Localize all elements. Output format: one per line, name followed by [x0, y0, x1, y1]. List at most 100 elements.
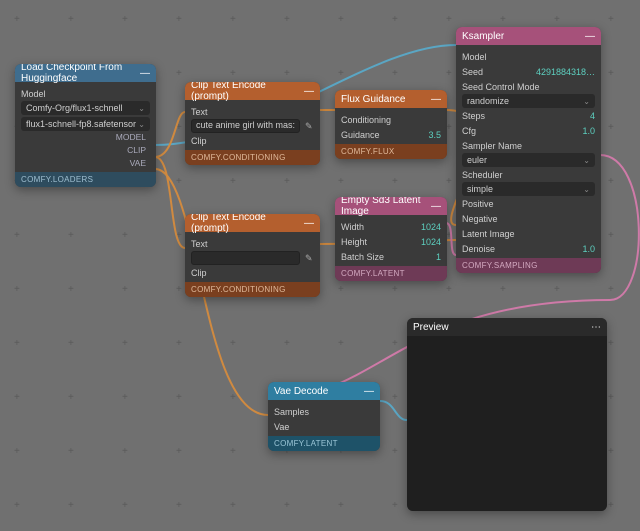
field-value[interactable]: 1 [436, 252, 441, 262]
node-header[interactable]: Empty Sd3 Latent Image — [335, 197, 447, 215]
grid-cross: + [608, 68, 614, 79]
select-value: euler [467, 155, 487, 165]
grid-cross: + [176, 68, 182, 79]
grid-cross: + [230, 176, 236, 187]
node-footer: COMFY.LATENT [268, 436, 380, 451]
grid-cross: + [230, 14, 236, 25]
field-label: Negative [462, 214, 498, 224]
collapse-icon[interactable]: — [304, 218, 314, 229]
grid-cross: + [608, 122, 614, 133]
node-clip-encode-negative[interactable]: Clip Text Encode (prompt) — Text ✎ Clip … [185, 214, 320, 297]
seed-mode-select[interactable]: randomize ⌄ [462, 94, 595, 108]
edit-icon[interactable]: ✎ [303, 120, 314, 132]
output-port[interactable]: CLIP [21, 144, 150, 157]
node-header[interactable]: Preview ⋯ [407, 318, 607, 336]
grid-cross: + [14, 500, 20, 511]
field-label: Seed [462, 67, 483, 77]
field-value[interactable]: 4 [590, 111, 595, 121]
select-value: simple [467, 184, 493, 194]
more-icon[interactable]: ⋯ [591, 322, 601, 333]
grid-cross: + [338, 14, 344, 25]
edit-icon[interactable]: ✎ [303, 252, 314, 264]
field-value[interactable]: 1.0 [582, 244, 595, 254]
collapse-icon[interactable]: — [304, 86, 314, 97]
node-ksampler[interactable]: Ksampler — Model Seed 4291884318… Seed C… [456, 27, 601, 273]
grid-cross: + [68, 284, 74, 295]
grid-cross: + [284, 14, 290, 25]
node-vae-decode[interactable]: Vae Decode — Samples Vae COMFY.LATENT [268, 382, 380, 451]
node-title: Clip Text Encode (prompt) [191, 214, 304, 234]
grid-cross: + [122, 14, 128, 25]
grid-cross: + [230, 500, 236, 511]
field-label: Model [462, 52, 487, 62]
grid-cross: + [284, 500, 290, 511]
node-title: Ksampler [462, 31, 504, 42]
grid-cross: + [500, 14, 506, 25]
grid-cross: + [392, 392, 398, 403]
field-label: Model [21, 89, 46, 99]
grid-cross: + [446, 68, 452, 79]
field-value[interactable]: 1.0 [582, 126, 595, 136]
field-label: Guidance [341, 130, 380, 140]
field-value[interactable]: 1024 [421, 222, 441, 232]
chevron-down-icon: ⌄ [138, 104, 145, 113]
collapse-icon[interactable]: — [364, 386, 374, 397]
node-clip-encode-positive[interactable]: Clip Text Encode (prompt) — Text cute an… [185, 82, 320, 165]
grid-cross: + [446, 284, 452, 295]
scheduler-select[interactable]: simple ⌄ [462, 182, 595, 196]
repo-select[interactable]: Comfy-Org/flux1-schnell ⌄ [21, 101, 150, 115]
output-port[interactable]: VAE [21, 157, 150, 170]
collapse-icon[interactable]: — [431, 201, 441, 212]
chevron-down-icon: ⌄ [583, 156, 590, 165]
file-select[interactable]: flux1-schnell-fp8.safetensor ⌄ [21, 117, 150, 131]
grid-cross: + [230, 446, 236, 457]
grid-cross: + [122, 284, 128, 295]
select-value: randomize [467, 96, 509, 106]
grid-cross: + [338, 338, 344, 349]
output-port[interactable]: MODEL [21, 131, 150, 144]
node-header[interactable]: Flux Guidance — [335, 90, 447, 108]
node-header[interactable]: Ksampler — [456, 27, 601, 45]
node-header[interactable]: Clip Text Encode (prompt) — [185, 82, 320, 100]
node-header[interactable]: Vae Decode — [268, 382, 380, 400]
grid-cross: + [176, 14, 182, 25]
grid-cross: + [14, 338, 20, 349]
grid-cross: + [608, 284, 614, 295]
text-input[interactable] [191, 251, 300, 265]
node-load-checkpoint[interactable]: Load Checkpoint From Huggingface — Model… [15, 64, 156, 187]
field-label: Scheduler [462, 170, 503, 180]
grid-cross: + [230, 338, 236, 349]
field-label: Batch Size [341, 252, 384, 262]
collapse-icon[interactable]: — [585, 31, 595, 42]
collapse-icon[interactable]: — [431, 94, 441, 105]
sampler-select[interactable]: euler ⌄ [462, 153, 595, 167]
field-label: Steps [462, 111, 485, 121]
field-value[interactable]: 4291884318… [536, 67, 595, 77]
node-header[interactable]: Load Checkpoint From Huggingface — [15, 64, 156, 82]
grid-cross: + [176, 230, 182, 241]
grid-cross: + [122, 446, 128, 457]
grid-cross: + [68, 14, 74, 25]
grid-cross: + [176, 176, 182, 187]
grid-cross: + [176, 122, 182, 133]
text-input[interactable]: cute anime girl with mas: [191, 119, 300, 133]
node-preview[interactable]: Preview ⋯ [407, 318, 607, 511]
node-footer: COMFY.LATENT [335, 266, 447, 281]
node-flux-guidance[interactable]: Flux Guidance — Conditioning Guidance 3.… [335, 90, 447, 159]
grid-cross: + [14, 392, 20, 403]
collapse-icon[interactable]: — [140, 68, 150, 79]
grid-cross: + [176, 500, 182, 511]
grid-cross: + [608, 176, 614, 187]
field-label: Cfg [462, 126, 476, 136]
field-label: Text [191, 107, 208, 117]
field-value[interactable]: 3.5 [428, 130, 441, 140]
grid-cross: + [446, 14, 452, 25]
field-label: Clip [191, 268, 207, 278]
node-header[interactable]: Clip Text Encode (prompt) — [185, 214, 320, 232]
grid-cross: + [392, 176, 398, 187]
node-empty-latent[interactable]: Empty Sd3 Latent Image — Width 1024 Heig… [335, 197, 447, 281]
field-value[interactable]: 1024 [421, 237, 441, 247]
grid-cross: + [230, 68, 236, 79]
graph-canvas[interactable]: (function(){ const g = '+'; const step =… [0, 0, 640, 531]
node-title: Load Checkpoint From Huggingface [21, 64, 140, 84]
